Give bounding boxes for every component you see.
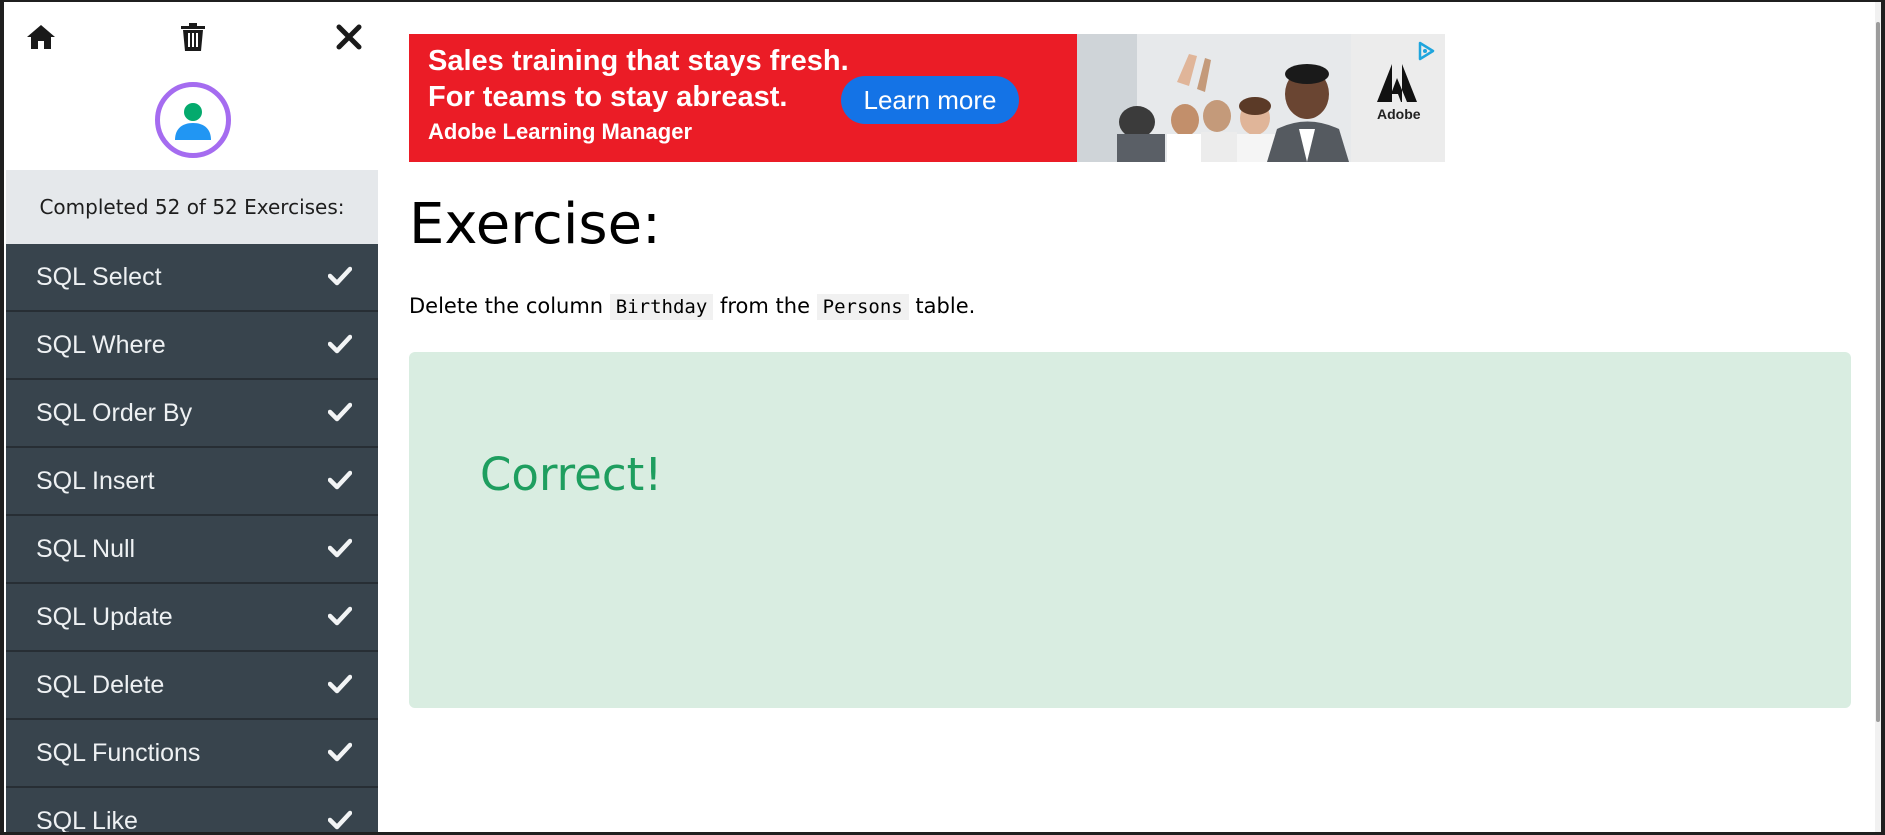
sidebar-item-sql-update[interactable]: SQL Update bbox=[6, 584, 378, 652]
sidebar-item-sql-select[interactable]: SQL Select bbox=[6, 244, 378, 312]
checkmark-icon bbox=[328, 606, 352, 626]
trash-icon[interactable] bbox=[176, 20, 210, 54]
exercise-instruction: Delete the column Birthday from the Pers… bbox=[409, 294, 976, 320]
sidebar-item-sql-where[interactable]: SQL Where bbox=[6, 312, 378, 380]
checkmark-icon bbox=[328, 538, 352, 558]
sidebar-item-sql-functions[interactable]: SQL Functions bbox=[6, 720, 378, 788]
instruction-text-3: table. bbox=[908, 294, 976, 318]
sidebar-item-sql-insert[interactable]: SQL Insert bbox=[6, 448, 378, 516]
sidebar-item-label: SQL Select bbox=[36, 262, 162, 291]
user-icon bbox=[175, 103, 211, 140]
sidebar-item-sql-like[interactable]: SQL Like bbox=[6, 788, 378, 832]
instruction-text-1: Delete the column bbox=[409, 294, 610, 318]
result-correct-text: Correct! bbox=[480, 448, 663, 501]
close-icon[interactable] bbox=[332, 20, 366, 54]
sidebar-item-label: SQL Null bbox=[36, 534, 136, 563]
sidebar-item-label: SQL Like bbox=[36, 806, 138, 833]
checkmark-icon bbox=[328, 742, 352, 762]
sidebar-header bbox=[6, 2, 378, 170]
sidebar-item-label: SQL Order By bbox=[36, 398, 193, 427]
sidebar-item-sql-order-by[interactable]: SQL Order By bbox=[6, 380, 378, 448]
user-avatar[interactable] bbox=[155, 82, 231, 158]
checkmark-icon bbox=[328, 402, 352, 422]
advertisement-banner[interactable]: Sales training that stays fresh. For tea… bbox=[409, 34, 1445, 162]
sidebar-item-label: SQL Delete bbox=[36, 670, 165, 699]
exercise-menu: SQL Select SQL Where SQL Order By SQL Inser… bbox=[6, 244, 378, 832]
exercise-sidebar: Completed 52 of 52 Exercises: SQL Select… bbox=[6, 2, 378, 832]
checkmark-icon bbox=[328, 334, 352, 354]
adobe-logo-text: Adobe bbox=[1377, 106, 1421, 122]
sidebar-item-sql-null[interactable]: SQL Null bbox=[6, 516, 378, 584]
ad-brand-line: Adobe Learning Manager bbox=[428, 119, 693, 144]
scrollbar-thumb[interactable] bbox=[1876, 22, 1880, 722]
result-panel: Correct! bbox=[409, 352, 1851, 708]
ad-headline-1: Sales training that stays fresh. bbox=[428, 45, 849, 77]
checkmark-icon bbox=[328, 266, 352, 286]
checkmark-icon bbox=[328, 470, 352, 490]
ad-learn-more-button[interactable]: Learn more bbox=[841, 76, 1019, 124]
checkmark-icon bbox=[328, 674, 352, 694]
instruction-text-2: from the bbox=[713, 294, 817, 318]
checkmark-icon bbox=[328, 810, 352, 830]
ad-photo: Adobe bbox=[1077, 34, 1445, 162]
exercise-title: Exercise: bbox=[409, 192, 661, 257]
sidebar-item-label: SQL Insert bbox=[36, 466, 155, 495]
ad-choices-icon[interactable] bbox=[1415, 40, 1437, 62]
ad-text-panel: Sales training that stays fresh. For tea… bbox=[409, 34, 1077, 162]
sidebar-item-label: SQL Where bbox=[36, 330, 166, 359]
page-scrollbar[interactable] bbox=[1875, 2, 1881, 832]
table-name-code: Persons bbox=[816, 294, 909, 320]
sidebar-item-label: SQL Functions bbox=[36, 738, 201, 767]
home-icon[interactable] bbox=[24, 20, 58, 54]
adobe-logo-icon bbox=[1377, 64, 1417, 102]
main-content: Sales training that stays fresh. For tea… bbox=[378, 2, 1881, 832]
browser-frame: Completed 52 of 52 Exercises: SQL Select… bbox=[4, 2, 1881, 832]
column-name-code: Birthday bbox=[609, 294, 714, 320]
sidebar-item-label: SQL Update bbox=[36, 602, 173, 631]
sidebar-item-sql-delete[interactable]: SQL Delete bbox=[6, 652, 378, 720]
ad-headline-2: For teams to stay abreast. bbox=[428, 81, 788, 113]
progress-text: Completed 52 of 52 Exercises: bbox=[6, 170, 378, 244]
